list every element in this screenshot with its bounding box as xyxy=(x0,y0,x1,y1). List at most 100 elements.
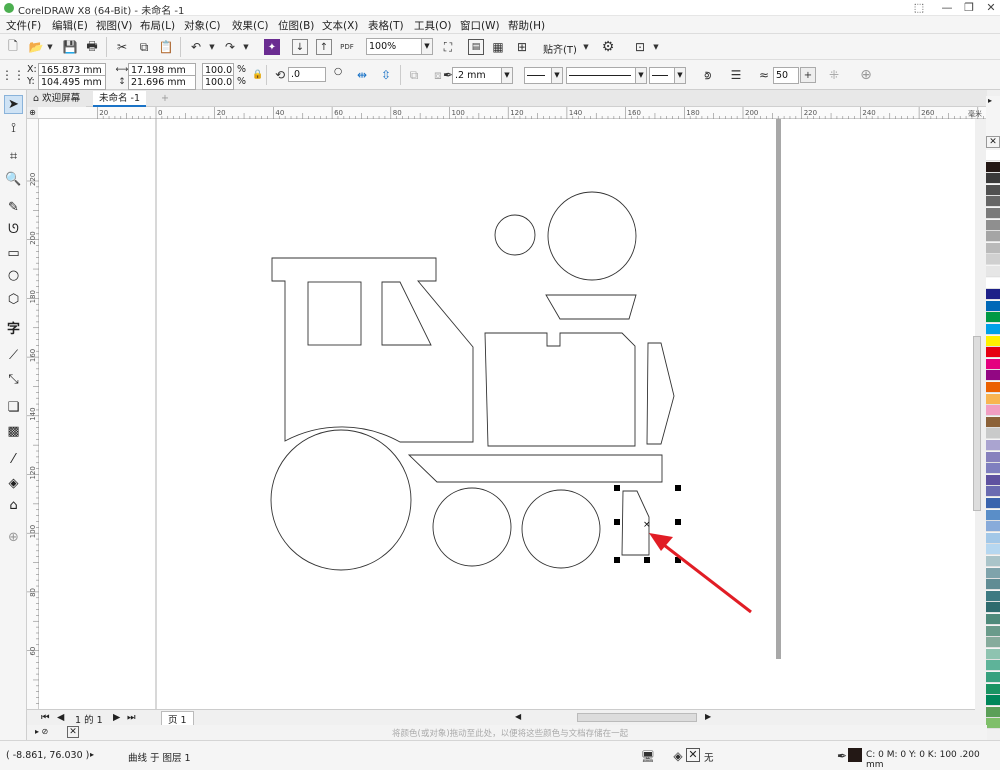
cab-body-shape[interactable] xyxy=(271,257,474,443)
front-wheel-circle[interactable] xyxy=(521,489,601,569)
export-icon[interactable]: ↑ xyxy=(316,39,332,55)
handle-top-right[interactable] xyxy=(675,485,681,491)
middle-wheel-circle[interactable] xyxy=(432,487,512,567)
menu-text[interactable]: 文本(X) xyxy=(322,18,358,33)
color-swatch[interactable] xyxy=(986,556,1000,567)
color-swatch[interactable] xyxy=(986,509,1000,521)
zoom-tool-icon[interactable]: 🔍 xyxy=(4,170,23,189)
transparency-icon[interactable]: ▩ xyxy=(4,422,23,441)
polygon-tool-icon[interactable]: ⬡ xyxy=(4,290,23,309)
zoom-dropdown-icon[interactable]: ▼ xyxy=(421,38,433,55)
show-rulers-icon[interactable]: ▤ xyxy=(468,39,484,55)
dropdown-arrow-icon[interactable]: ▼ xyxy=(42,39,58,55)
save-icon[interactable]: 💾 xyxy=(62,39,78,55)
freehand-tool-icon[interactable]: ✎ xyxy=(4,198,23,217)
color-swatch[interactable] xyxy=(986,347,1000,359)
outline-color-swatch[interactable] xyxy=(848,748,862,762)
chassis-bar-shape[interactable] xyxy=(407,454,663,483)
horizontal-scrollbar-thumb[interactable] xyxy=(577,713,697,722)
color-swatch[interactable] xyxy=(986,498,1000,509)
chimney-cap-shape[interactable] xyxy=(545,294,637,320)
undo-icon[interactable]: ↶ xyxy=(188,39,204,55)
color-swatch[interactable] xyxy=(986,208,1000,219)
first-page-icon[interactable]: ⏮ xyxy=(41,712,50,723)
cut-icon[interactable]: ✂ xyxy=(114,39,130,55)
color-swatch[interactable] xyxy=(986,173,1000,185)
end-arrowhead-dropdown-icon[interactable]: ▼ xyxy=(674,67,686,84)
outline-width-dropdown-icon[interactable]: ▼ xyxy=(501,67,513,84)
menu-table[interactable]: 表格(T) xyxy=(368,18,404,33)
options-gear-icon[interactable]: ⚙ xyxy=(600,39,616,55)
menu-bitmaps[interactable]: 位图(B) xyxy=(278,18,314,33)
handle-bottom-left[interactable] xyxy=(614,557,620,563)
height-field[interactable]: 21.696 mm xyxy=(128,75,196,90)
wrap-text-icon[interactable]: ☰ xyxy=(728,67,744,83)
boiler-shape[interactable] xyxy=(484,332,636,447)
eyedropper-icon[interactable]: ⁄ xyxy=(4,450,23,469)
lock-ratio-icon[interactable]: 🔒 xyxy=(250,67,266,83)
color-swatch[interactable] xyxy=(986,358,1000,370)
color-swatch[interactable] xyxy=(986,579,1000,591)
color-swatch[interactable] xyxy=(986,521,1000,533)
add-icon[interactable]: ⊕ xyxy=(858,67,874,83)
redo-dropdown-icon[interactable]: ▼ xyxy=(238,39,254,55)
color-swatch[interactable] xyxy=(986,474,1000,486)
object-origin-icon[interactable]: ⋮⋮ xyxy=(1,67,25,83)
menu-edit[interactable]: 编辑(E) xyxy=(52,18,88,33)
color-swatch[interactable] xyxy=(986,416,1000,428)
color-swatch[interactable] xyxy=(986,706,1000,718)
next-page-icon[interactable]: ▶ xyxy=(113,712,120,723)
scale-y-field[interactable]: 100.0 xyxy=(202,75,234,90)
color-swatch[interactable] xyxy=(986,544,1000,556)
new-tab-icon[interactable]: + xyxy=(155,91,175,107)
color-swatch[interactable] xyxy=(986,277,1000,289)
publish-pdf-icon[interactable]: PDF xyxy=(338,39,356,55)
vertical-ruler[interactable]: 220 200 180 160 140 120 100 80 60 xyxy=(27,119,39,709)
search-content-icon[interactable]: ✦ xyxy=(264,39,280,55)
add-tool-icon[interactable]: ⊕ xyxy=(4,528,23,547)
text-tool-icon[interactable]: 字 xyxy=(4,318,23,337)
show-grid-icon[interactable]: ▦ xyxy=(490,39,506,55)
drawing-canvas[interactable]: × xyxy=(39,119,975,709)
train-drawing[interactable] xyxy=(270,191,675,571)
drawing-svg[interactable]: × xyxy=(39,119,975,709)
start-arrowhead-dropdown-icon[interactable]: ▼ xyxy=(551,67,563,84)
color-swatch[interactable] xyxy=(986,602,1000,614)
tab-document[interactable]: 未命名 -1 xyxy=(93,91,146,107)
color-swatch[interactable] xyxy=(986,382,1000,393)
color-swatch[interactable] xyxy=(986,718,1000,730)
redo-icon[interactable]: ↷ xyxy=(222,39,238,55)
menu-window[interactable]: 窗口(W) xyxy=(460,18,500,33)
y-position-field[interactable]: 104.495 mm xyxy=(38,75,106,90)
paste-icon[interactable]: 📋 xyxy=(158,39,174,55)
color-swatch[interactable] xyxy=(986,532,1000,544)
color-swatch[interactable] xyxy=(986,254,1000,266)
line-style-field[interactable] xyxy=(566,67,636,84)
color-swatch[interactable] xyxy=(986,463,1000,475)
no-fill-swatch[interactable]: ✕ xyxy=(67,726,79,738)
artistic-media-icon[interactable]: ᘎ xyxy=(4,220,23,239)
full-screen-icon[interactable]: ⛶ xyxy=(440,39,456,55)
handle-bottom-middle[interactable] xyxy=(644,557,650,563)
color-swatch[interactable] xyxy=(986,486,1000,498)
color-swatch[interactable] xyxy=(986,451,1000,463)
close-curve-icon[interactable]: ⟄ xyxy=(700,67,716,83)
ellipse-tool-icon[interactable]: ○ xyxy=(4,266,23,285)
front-nose-shape[interactable] xyxy=(646,342,675,445)
handle-middle-right[interactable] xyxy=(675,519,681,525)
print-icon[interactable]: 🖶 xyxy=(84,39,100,55)
big-wheel-circle[interactable] xyxy=(270,429,412,571)
menu-file[interactable]: 文件(F) xyxy=(6,18,41,33)
help-window-icon[interactable]: ⬚ xyxy=(906,0,932,16)
menu-help[interactable]: 帮助(H) xyxy=(508,18,545,33)
color-swatch[interactable] xyxy=(986,637,1000,649)
node-tool-icon[interactable]: ⁜ xyxy=(826,67,842,83)
color-swatch[interactable] xyxy=(986,184,1000,196)
horizontal-ruler[interactable]: 20 0 20 40 60 80 100 120 140 160 180 200 220 240 260 毫米 xyxy=(38,107,987,119)
menu-tools[interactable]: 工具(O) xyxy=(414,18,451,33)
color-swatch[interactable] xyxy=(986,231,1000,243)
import-icon[interactable]: ↓ xyxy=(292,39,308,55)
smoothing-field[interactable]: 50 xyxy=(773,67,799,84)
palette-scroll-up-icon[interactable]: ▸ xyxy=(988,96,992,105)
copy-icon[interactable]: ⧉ xyxy=(136,39,152,55)
